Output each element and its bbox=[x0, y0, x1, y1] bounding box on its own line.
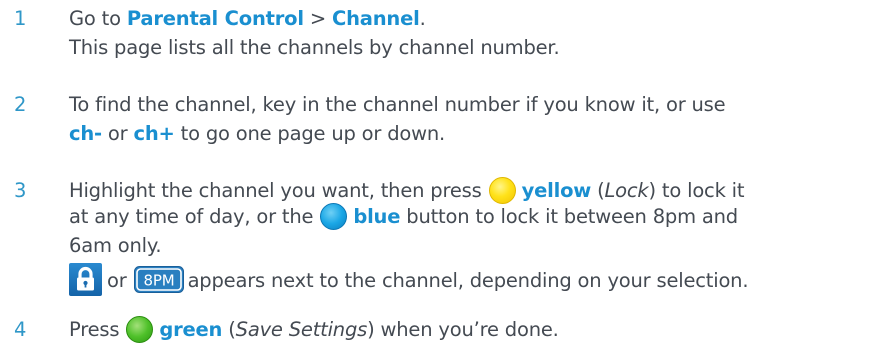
8pm-icon-text: 8PM bbox=[143, 272, 174, 290]
step-line: ch- or ch+ to go one page up or down. bbox=[69, 119, 889, 148]
step-line: 6am only. bbox=[69, 234, 162, 257]
step-line: This page lists all the channels by chan… bbox=[69, 36, 560, 59]
step-number: 1 bbox=[14, 7, 27, 30]
text: to go one page up or down. bbox=[174, 122, 446, 145]
text: Press bbox=[69, 318, 120, 341]
step-line: at any time of day, or the blue button t… bbox=[69, 202, 889, 231]
ch-plus-key-label: ch+ bbox=[133, 122, 175, 145]
text: appears next to the channel, depending o… bbox=[187, 269, 749, 292]
text: Highlight the channel you want, then pre… bbox=[69, 179, 482, 202]
step-body: Go to Parental Control > Channel. This p… bbox=[69, 4, 889, 62]
text: at any time of day, or the bbox=[69, 205, 314, 228]
step-number: 4 bbox=[14, 318, 27, 341]
blue-key-label: blue bbox=[353, 205, 401, 228]
text: . bbox=[419, 7, 426, 30]
ch-minus-key-label: ch- bbox=[69, 122, 102, 145]
step-body: To find the channel, key in the channel … bbox=[69, 90, 889, 148]
text: ( bbox=[222, 318, 236, 341]
step-line: To find the channel, key in the channel … bbox=[69, 93, 726, 116]
step-line: Go to Parental Control > Channel. bbox=[69, 4, 889, 33]
save-settings-label: Save Settings bbox=[235, 318, 368, 341]
green-key-label: green bbox=[159, 318, 223, 341]
instructions-page: 1 Go to Parental Control > Channel. This… bbox=[0, 0, 893, 354]
step-number: 3 bbox=[14, 179, 27, 202]
text: > bbox=[303, 7, 332, 30]
text: or bbox=[101, 122, 134, 145]
text: ( bbox=[591, 179, 605, 202]
step-line: Press green (Save Settings) when you’re … bbox=[69, 315, 889, 344]
text: ) when you’re done. bbox=[367, 318, 559, 341]
padlock-icon bbox=[69, 263, 102, 296]
step-line: or 8PM appears next to the channel, depend… bbox=[69, 263, 889, 296]
text: button to lock it between 8pm and bbox=[400, 205, 738, 228]
channel-menu-label: Channel bbox=[331, 7, 420, 30]
step-number: 2 bbox=[14, 93, 27, 116]
step-body: Press green (Save Settings) when you’re … bbox=[69, 315, 889, 344]
lock-label: Lock bbox=[604, 179, 649, 202]
step-line: Highlight the channel you want, then pre… bbox=[69, 176, 889, 205]
8pm-icon: 8PM bbox=[133, 265, 185, 294]
blue-button-icon bbox=[320, 203, 348, 230]
text: or bbox=[107, 269, 127, 292]
step-body: Highlight the channel you want, then pre… bbox=[69, 176, 889, 296]
yellow-key-label: yellow bbox=[521, 179, 592, 202]
green-button-icon bbox=[126, 316, 154, 343]
yellow-button-icon bbox=[488, 177, 516, 204]
parental-control-menu-label: Parental Control bbox=[126, 7, 304, 30]
text: ) to lock it bbox=[648, 179, 745, 202]
text: Go to bbox=[69, 7, 127, 30]
